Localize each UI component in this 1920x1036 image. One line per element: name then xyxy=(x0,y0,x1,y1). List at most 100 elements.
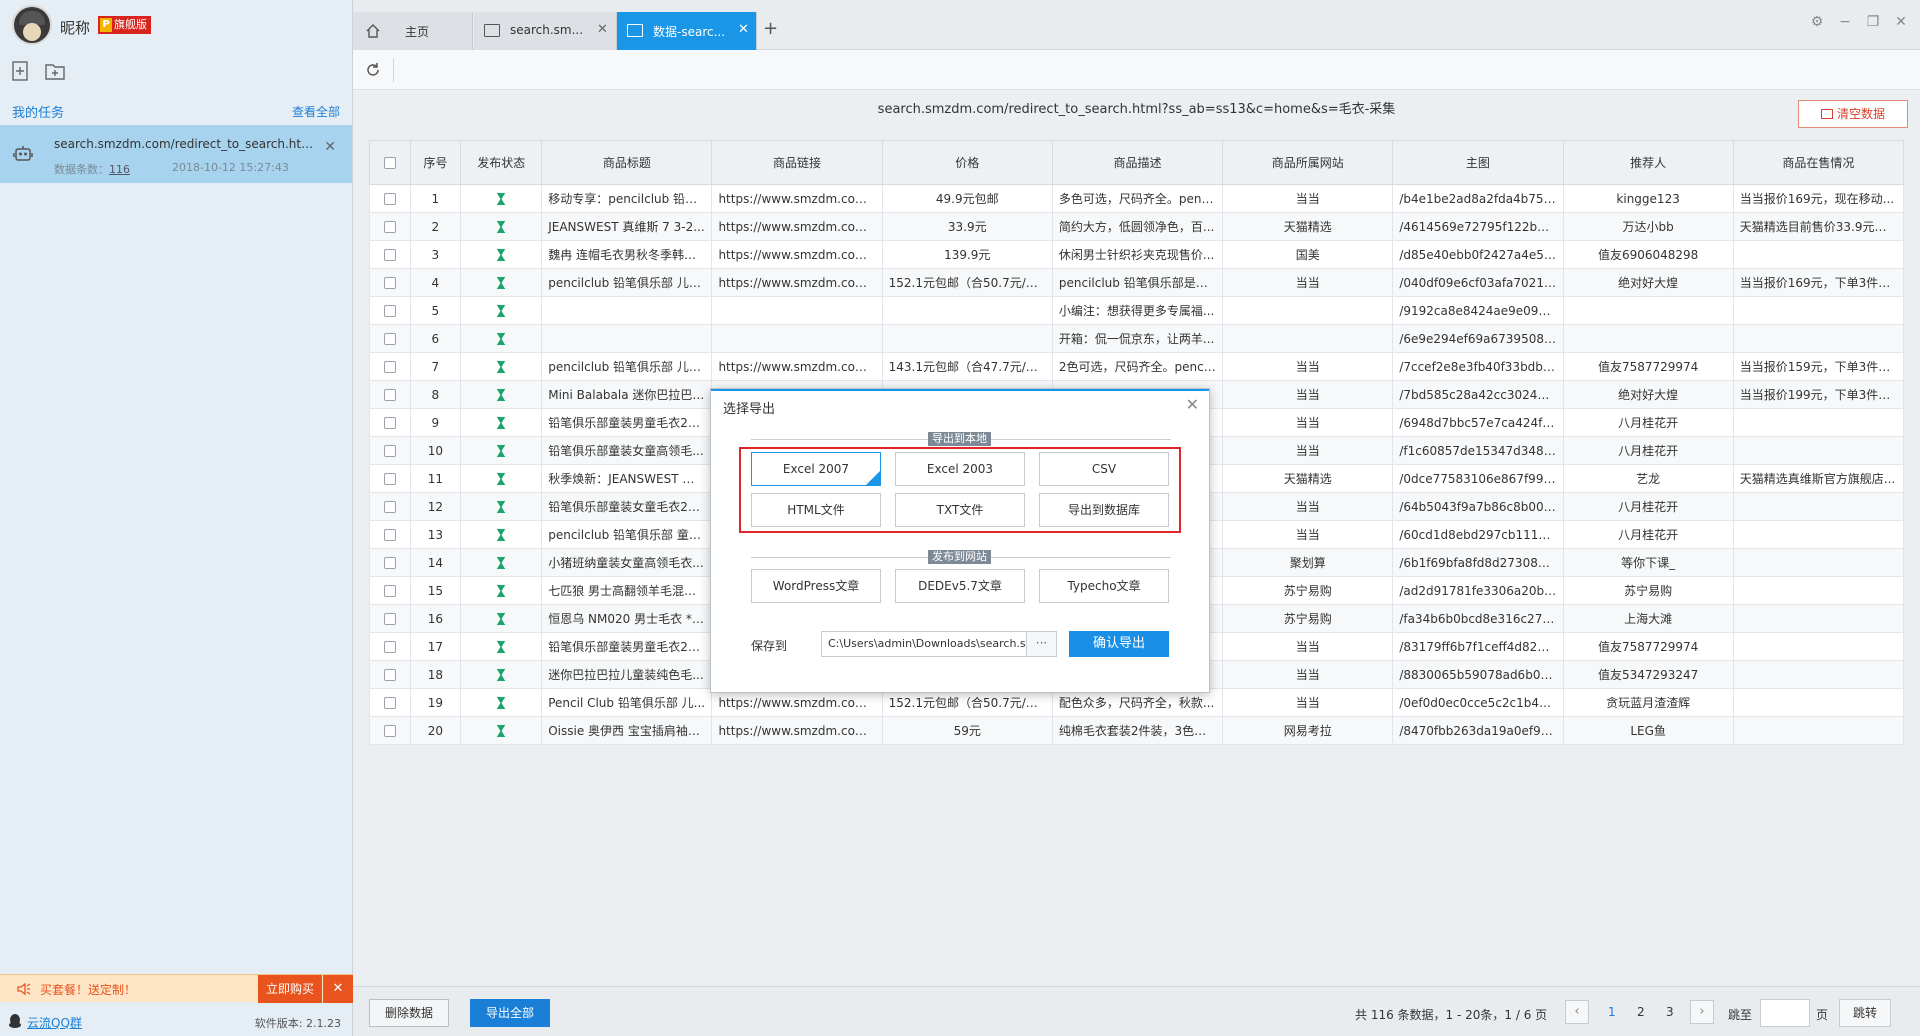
row-checkbox[interactable] xyxy=(383,445,396,457)
row-checkbox[interactable] xyxy=(383,501,396,513)
row-checkbox[interactable] xyxy=(383,361,396,373)
row-index: 9 xyxy=(409,408,462,437)
refresh-icon[interactable] xyxy=(363,60,383,80)
close-tab-icon[interactable]: ✕ xyxy=(738,22,749,37)
row-checkbox[interactable] xyxy=(383,389,396,401)
row-checkbox[interactable] xyxy=(383,305,396,317)
table-row[interactable]: 4 pencilclub 铅笔俱乐部 儿童... https://www.smzdm… xyxy=(369,268,1905,297)
close-dialog-icon[interactable]: ✕ xyxy=(1186,395,1199,414)
export-excel2003-option[interactable]: Excel 2003 xyxy=(895,452,1025,486)
close-tab-icon[interactable]: ✕ xyxy=(597,22,608,37)
nickname: 昵称 xyxy=(60,19,91,37)
export-all-button[interactable]: 导出全部 xyxy=(470,999,550,1027)
row-checkbox[interactable] xyxy=(383,193,396,205)
close-task-icon[interactable]: ✕ xyxy=(324,139,336,155)
restore-icon[interactable]: ❐ xyxy=(1864,14,1882,34)
avatar[interactable] xyxy=(12,5,52,45)
hourglass-icon xyxy=(497,641,506,653)
tab-home[interactable]: 主页 xyxy=(353,12,473,50)
column-header[interactable]: 主图 xyxy=(1392,140,1564,185)
publish-typecho-option[interactable]: Typecho文章 xyxy=(1039,569,1169,603)
sale-status xyxy=(1732,240,1905,269)
column-header[interactable]: 推荐人 xyxy=(1562,140,1734,185)
select-all-checkbox[interactable] xyxy=(383,157,396,169)
export-excel2007-option[interactable]: Excel 2007 xyxy=(751,452,881,486)
task-time: 2018-10-12 15:27:43 xyxy=(172,161,289,174)
toolbar xyxy=(353,50,1920,90)
publish-wordpress-option[interactable]: WordPress文章 xyxy=(751,569,881,603)
row-checkbox[interactable] xyxy=(383,669,396,681)
qq-group-link[interactable]: 云流QQ群 xyxy=(27,1014,82,1031)
row-checkbox[interactable] xyxy=(383,529,396,541)
row-checkbox[interactable] xyxy=(383,333,396,345)
settings-icon[interactable]: ⚙ xyxy=(1808,14,1826,34)
row-index: 3 xyxy=(409,240,462,269)
tab-data[interactable]: 数据-searc... ✕ xyxy=(617,12,757,50)
new-task-icon[interactable] xyxy=(10,60,32,82)
hourglass-icon xyxy=(497,193,506,205)
row-checkbox[interactable] xyxy=(383,613,396,625)
table-row[interactable]: 2 JEANSWEST 真维斯 7 3-2... https://www.smzdm… xyxy=(369,212,1905,241)
row-checkbox[interactable] xyxy=(383,417,396,429)
pager-summary: 共 116 条数据，1 - 20条，1 / 6 页 xyxy=(1355,1008,1548,1022)
task-count[interactable]: 116 xyxy=(109,163,130,176)
new-folder-icon[interactable] xyxy=(44,60,66,82)
row-checkbox[interactable] xyxy=(383,641,396,653)
publish-dede-option[interactable]: DEDEv5.7文章 xyxy=(895,569,1025,603)
row-checkbox-cell xyxy=(369,548,411,577)
table-row[interactable]: 6 开箱：侃一侃京东，让两羊... /6e9e294ef69a673950808..… xyxy=(369,324,1905,353)
export-html-option[interactable]: HTML文件 xyxy=(751,493,881,527)
row-checkbox[interactable] xyxy=(383,697,396,709)
row-checkbox[interactable] xyxy=(383,557,396,569)
view-all-link[interactable]: 查看全部 xyxy=(292,103,340,120)
select-all-checkbox-cell xyxy=(369,140,411,185)
column-header[interactable]: 商品链接 xyxy=(711,140,883,185)
table-row[interactable]: 3 魏冉 连帽毛衣男秋冬季韩版... https://www.smzdm.com/p… xyxy=(369,240,1905,269)
row-checkbox[interactable] xyxy=(383,585,396,597)
export-database-option[interactable]: 导出到数据库 xyxy=(1039,493,1169,527)
row-checkbox-cell xyxy=(369,520,411,549)
column-header[interactable]: 发布状态 xyxy=(460,140,543,185)
sale-status xyxy=(1732,324,1905,353)
table-row[interactable]: 1 移动专享：pencilclub 铅笔... https://www.smzdm.… xyxy=(369,184,1905,213)
row-checkbox[interactable] xyxy=(383,725,396,737)
column-header[interactable]: 序号 xyxy=(409,140,462,185)
row-checkbox[interactable] xyxy=(383,249,396,261)
page-number[interactable]: 1 xyxy=(1608,1005,1616,1019)
table-row[interactable]: 7 pencilclub 铅笔俱乐部 儿童... https://www.smzdm… xyxy=(369,352,1905,381)
next-page-icon[interactable]: › xyxy=(1690,1000,1714,1024)
save-path-input[interactable]: C:\Users\admin\Downloads\search.s xyxy=(821,631,1027,657)
page-number[interactable]: 2 xyxy=(1637,1005,1645,1019)
task-item[interactable]: search.smzdm.com/redirect_to_search.htm.… xyxy=(0,125,352,183)
column-header[interactable]: 商品所属网站 xyxy=(1222,140,1394,185)
product-site: 网易考拉 xyxy=(1222,716,1394,745)
table-row[interactable]: 20 Oissie 奥伊西 宝宝插肩袖纯... https://www.smzdm.… xyxy=(369,716,1905,745)
close-window-icon[interactable]: ✕ xyxy=(1892,14,1910,34)
row-checkbox[interactable] xyxy=(383,221,396,233)
tab-search-task[interactable]: search.sm... ✕ xyxy=(474,12,617,50)
delete-data-button[interactable]: 删除数据 xyxy=(369,999,449,1027)
clear-data-button[interactable]: 清空数据 xyxy=(1798,100,1908,128)
add-tab-icon[interactable]: + xyxy=(763,18,778,39)
column-header[interactable]: 商品标题 xyxy=(541,140,713,185)
browse-button[interactable]: ··· xyxy=(1027,631,1057,657)
column-header[interactable]: 商品描述 xyxy=(1051,140,1224,185)
row-checkbox[interactable] xyxy=(383,473,396,485)
table-row[interactable]: 5 小编注：想获得更多专属福... /9192ca8e8424ae9e0922... xyxy=(369,296,1905,325)
confirm-export-button[interactable]: 确认导出 xyxy=(1069,631,1169,657)
goto-page-input[interactable] xyxy=(1760,999,1810,1027)
column-header[interactable]: 商品在售情况 xyxy=(1732,140,1905,185)
minimize-icon[interactable]: − xyxy=(1836,14,1854,34)
page-number[interactable]: 3 xyxy=(1666,1005,1674,1019)
close-promo-icon[interactable]: ✕ xyxy=(323,975,353,1003)
buy-now-button[interactable]: 立即购买 xyxy=(258,975,322,1003)
column-header[interactable]: 价格 xyxy=(881,140,1053,185)
row-checkbox[interactable] xyxy=(383,277,396,289)
prev-page-icon[interactable]: ‹ xyxy=(1565,1000,1589,1024)
export-txt-option[interactable]: TXT文件 xyxy=(895,493,1025,527)
option-label: WordPress文章 xyxy=(772,579,860,593)
goto-button[interactable]: 跳转 xyxy=(1839,999,1891,1027)
main-image: /6b1f69bfa8fd8d2730891b... xyxy=(1392,548,1564,577)
export-csv-option[interactable]: CSV xyxy=(1039,452,1169,486)
product-title: Oissie 奥伊西 宝宝插肩袖纯... xyxy=(541,716,713,745)
